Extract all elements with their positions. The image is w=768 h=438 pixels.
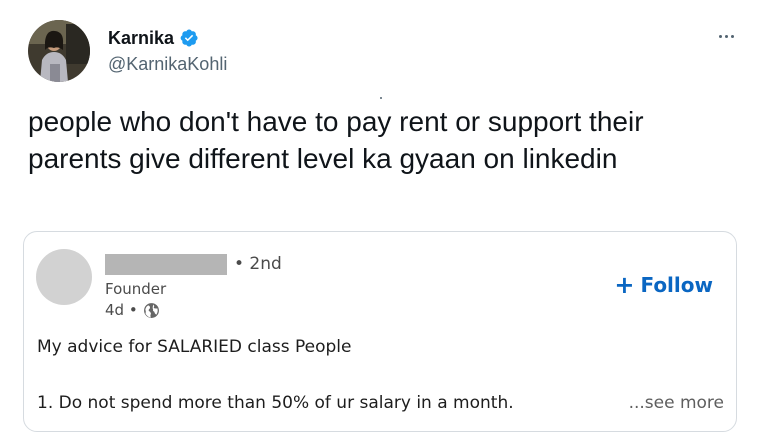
name-row: Karnika bbox=[108, 27, 227, 49]
user-handle[interactable]: @KarnikaKohli bbox=[108, 53, 227, 75]
verified-badge-icon bbox=[179, 28, 199, 48]
globe-icon bbox=[143, 302, 160, 319]
display-name[interactable]: Karnika bbox=[108, 27, 174, 49]
poster-headline: Founder bbox=[105, 280, 167, 298]
post-text-line-2: 1. Do not spend more than 50% of ur sala… bbox=[37, 393, 514, 413]
connection-degree: • 2nd bbox=[234, 254, 282, 274]
post-age: 4d • bbox=[105, 301, 138, 319]
linkedin-post-screenshot: • 2nd Founder 4d • + Follow My advice fo… bbox=[23, 231, 737, 432]
post-text-line-1: My advice for SALARIED class People bbox=[37, 337, 352, 357]
see-more-link[interactable]: ...see more bbox=[629, 392, 724, 414]
stray-dot bbox=[380, 97, 382, 99]
tweet-text-line-1: people who don't have to pay rent or sup… bbox=[28, 106, 644, 137]
follow-label: Follow bbox=[640, 273, 713, 297]
poster-avatar bbox=[36, 249, 92, 305]
plus-icon: + bbox=[614, 271, 635, 299]
redacted-name bbox=[105, 254, 227, 275]
user-names: Karnika @KarnikaKohli bbox=[108, 27, 227, 75]
post-meta: 4d • bbox=[105, 300, 160, 320]
tweet: Karnika @KarnikaKohli people who don't h… bbox=[0, 0, 768, 438]
tweet-header: Karnika @KarnikaKohli bbox=[28, 18, 227, 84]
tweet-text-line-2: parents give different level ka gyaan on… bbox=[28, 143, 618, 174]
avatar[interactable] bbox=[28, 20, 90, 82]
follow-button[interactable]: + Follow bbox=[614, 271, 713, 299]
more-options-icon[interactable] bbox=[714, 28, 738, 44]
tweet-text: people who don't have to pay rent or sup… bbox=[28, 103, 728, 177]
